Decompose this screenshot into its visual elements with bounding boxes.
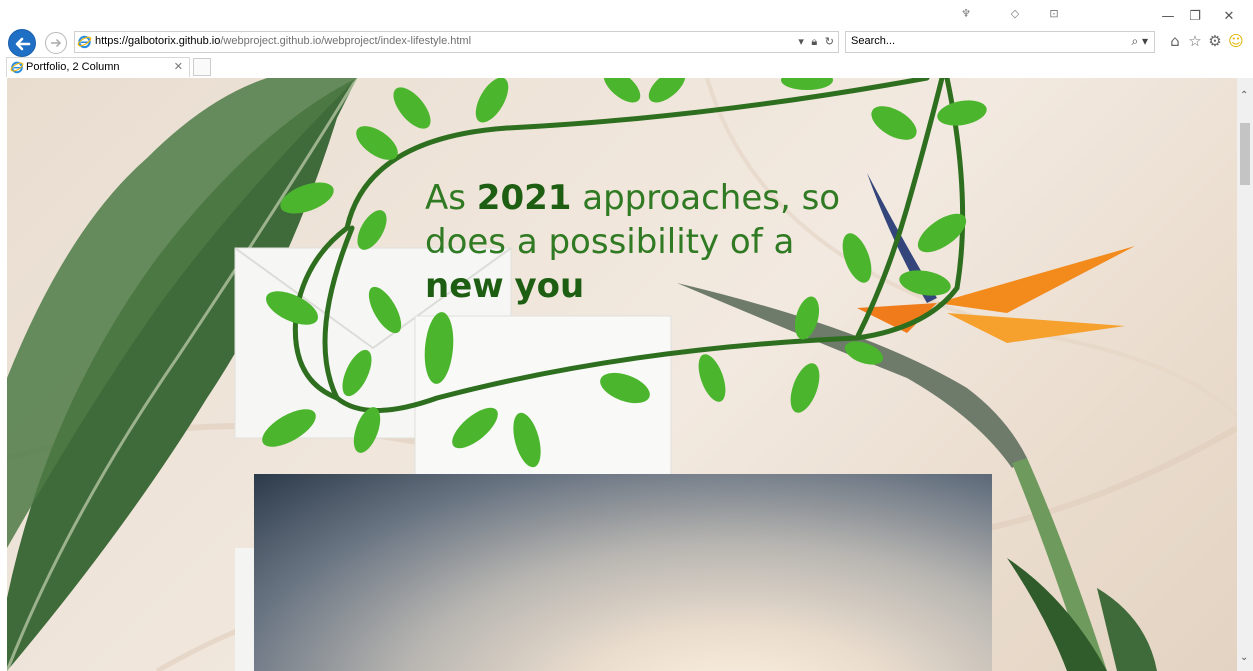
restore-icon[interactable]: ❐ <box>1184 8 1206 26</box>
url-text: https://galbotorix.github.io/webproject.… <box>95 35 471 47</box>
search-box[interactable]: Search... ⌕ ▾ <box>845 31 1155 53</box>
dropdown-icon[interactable]: ▾ <box>798 35 804 48</box>
ie-tab-icon <box>10 61 24 74</box>
home-icon[interactable]: ⌂ <box>1166 32 1184 50</box>
headline-year: 2021 <box>476 178 572 218</box>
settings-gear-icon[interactable]: ⚙ <box>1206 32 1224 50</box>
minimize-icon[interactable]: — <box>1157 8 1179 26</box>
scrollbar-thumb[interactable] <box>1240 123 1250 185</box>
url-host: https://galbotorix.github.io <box>95 35 221 47</box>
headline-part1: As <box>425 178 477 218</box>
address-bar[interactable]: https://galbotorix.github.io/webproject.… <box>74 31 839 53</box>
ie-logo-icon <box>77 35 92 49</box>
close-tab-icon[interactable]: ✕ <box>174 60 183 73</box>
browser-chrome: ♆ ◇ ⊡ — ❐ ✕ https://galbotorix.github.io… <box>0 0 1253 78</box>
tab-preview-icon[interactable]: ⊡ <box>1044 6 1064 22</box>
search-icon[interactable]: ⌕ ▾ <box>1131 34 1148 49</box>
forward-arrow-icon <box>51 38 62 48</box>
forward-button[interactable] <box>45 32 67 54</box>
pin-icon[interactable]: ♆ <box>956 6 976 22</box>
feedback-smiley-icon[interactable]: ☺ <box>1227 32 1245 50</box>
back-button[interactable] <box>8 29 36 57</box>
tab-portfolio[interactable]: Portfolio, 2 Column ✕ <box>6 57 190 77</box>
lock-icon[interactable]: 🔒︎ <box>811 35 817 48</box>
favorites-star-icon[interactable]: ☆ <box>1186 32 1204 50</box>
back-arrow-icon <box>15 37 31 51</box>
address-bar-controls: ▾ 🔒︎ ↻ <box>794 35 834 49</box>
tab-title: Portfolio, 2 Column <box>26 61 120 73</box>
scroll-down-icon[interactable]: ⌄ <box>1240 652 1248 663</box>
scroll-up-icon[interactable]: ⌃ <box>1240 90 1248 101</box>
hero-headline: As 2021 approaches, so does a possibilit… <box>425 176 865 308</box>
headline-bold-new: new <box>425 266 504 306</box>
diamond-icon[interactable]: ◇ <box>1005 6 1025 22</box>
close-window-icon[interactable]: ✕ <box>1218 8 1240 26</box>
search-placeholder: Search... <box>851 35 896 47</box>
refresh-icon[interactable]: ↻ <box>825 35 834 48</box>
url-path: /webproject.github.io/webproject/index-l… <box>220 35 472 47</box>
page-scrollbar[interactable]: ⌃ ⌄ <box>1237 78 1253 671</box>
hero-image-block <box>254 474 992 671</box>
page-viewport: As 2021 approaches, so does a possibilit… <box>7 78 1237 671</box>
new-tab-button[interactable] <box>193 58 211 76</box>
headline-bold-you: you <box>514 266 585 306</box>
